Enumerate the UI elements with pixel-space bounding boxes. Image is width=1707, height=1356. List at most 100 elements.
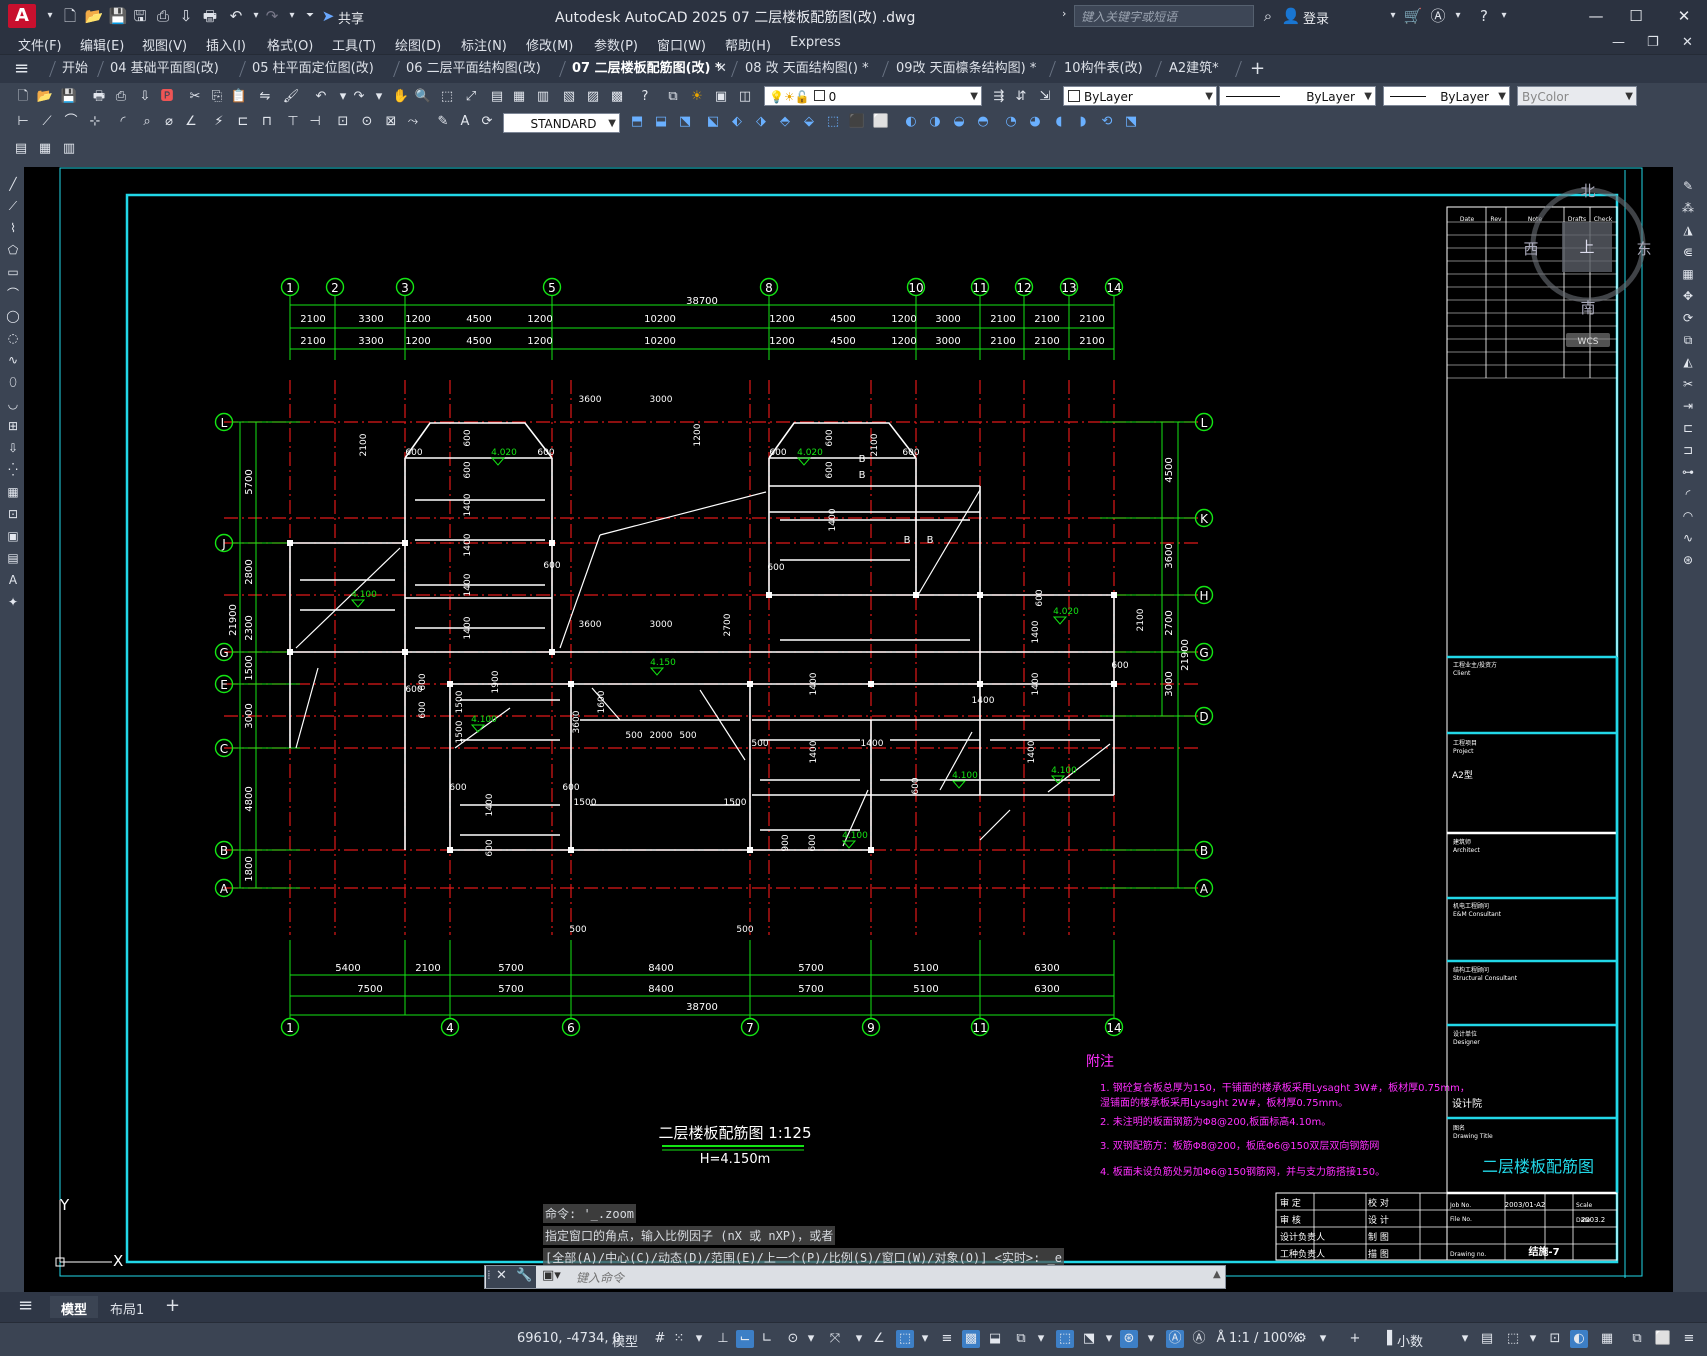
new-icon[interactable]: 🗋	[14, 88, 32, 106]
user-icon[interactable]: 👤	[1281, 6, 1301, 26]
help-icon[interactable]: ?	[1474, 6, 1494, 26]
tab-a2-architecture[interactable]: A2建筑*	[1169, 58, 1219, 80]
snap-icon[interactable]: ⁙	[670, 1330, 688, 1348]
draw-tool-icon[interactable]: ▤	[4, 550, 22, 566]
menu-help[interactable]: 帮助(H)	[725, 35, 771, 54]
new-tab-plus-icon[interactable]: +	[1250, 58, 1265, 80]
status-menu-icon[interactable]: ≡	[1680, 1330, 1698, 1348]
block-editor-icon[interactable]: 🖌	[282, 88, 300, 106]
selection-cycling-icon[interactable]: ⬓	[986, 1330, 1004, 1348]
app-menu-chevron-icon[interactable]: ▾	[40, 6, 60, 26]
dim-text-edit-icon[interactable]: A	[456, 113, 474, 131]
table-insert-icon[interactable]: ▤	[12, 140, 30, 158]
text-style-combo[interactable]: STANDARD ▼	[503, 113, 620, 133]
draw-tool-icon[interactable]: ⬠	[4, 242, 22, 258]
draw-tool-icon[interactable]: A	[4, 572, 22, 588]
model-space-toggle[interactable]: 模型	[612, 1331, 638, 1350]
layer-state-icon[interactable]: ☀	[688, 88, 706, 106]
tab-layout1[interactable]: 布局1	[110, 1299, 144, 1318]
modify-tool-icon[interactable]: ⊏	[1679, 420, 1697, 436]
table-style-icon[interactable]: ▥	[60, 140, 78, 158]
annotation-monitor-icon[interactable]: +	[1346, 1330, 1364, 1348]
command-customize-icon[interactable]: 🔧	[516, 1268, 532, 1283]
new-file-icon[interactable]: 🗋	[60, 6, 80, 26]
redo-icon[interactable]: ↷	[262, 6, 282, 26]
fullscreen-icon[interactable]: ⬜	[1654, 1330, 1672, 1348]
arc-length-icon[interactable]: ⌒	[62, 113, 80, 131]
save-as-icon[interactable]: 🖫	[130, 6, 150, 26]
coordinates-readout[interactable]: 69610, -4734, 0	[517, 1331, 621, 1346]
cart-icon[interactable]: 🛒	[1403, 6, 1423, 26]
quick-properties-icon[interactable]: ▤	[1478, 1330, 1496, 1348]
clean-screen-icon[interactable]: ▦	[1598, 1330, 1616, 1348]
cut-icon[interactable]: ✂	[186, 88, 204, 106]
search-input[interactable]: 键入关键字或短语	[1074, 5, 1254, 27]
color-combo[interactable]: ByLayer ▼	[1063, 86, 1217, 106]
draw-tool-icon[interactable]: ▦	[4, 484, 22, 500]
tab-close-icon[interactable]: ✕	[716, 58, 727, 80]
linear-dim-icon[interactable]: ⊢	[14, 113, 32, 131]
osnap-dropdown-icon[interactable]: ▾	[916, 1330, 934, 1348]
tab-start[interactable]: 开始	[62, 58, 88, 80]
dim-space-icon[interactable]: ⊤	[284, 113, 302, 131]
presspull-icon[interactable]: ◓	[974, 113, 992, 131]
login-label[interactable]: 登录	[1303, 8, 1329, 27]
modify-tool-icon[interactable]: ▦	[1679, 266, 1697, 282]
menu-format[interactable]: 格式(O)	[267, 35, 313, 54]
help-dropdown-icon[interactable]: ▾	[1494, 6, 1514, 26]
selection-filter-icon[interactable]: ⬔	[1080, 1330, 1098, 1348]
wedge-icon[interactable]: ⬗	[752, 113, 770, 131]
interfere-icon[interactable]: ◖	[1050, 113, 1068, 131]
osnap-tracking-icon[interactable]: ∠	[870, 1330, 888, 1348]
modify-tool-icon[interactable]: ◠	[1679, 508, 1697, 524]
ortho-icon[interactable]: ⌙	[736, 1330, 754, 1348]
polar-dropdown-icon[interactable]: ▾	[802, 1330, 820, 1348]
modify-tool-icon[interactable]: ⇥	[1679, 398, 1697, 414]
sphere-icon[interactable]: ⬕	[704, 113, 722, 131]
redo-icon[interactable]: ↷	[350, 88, 368, 106]
markup-icon[interactable]: ▨	[584, 88, 602, 106]
tab-10-component-table[interactable]: 10构件表(改)	[1064, 58, 1143, 80]
command-grip-icon[interactable]: ⁞	[487, 1268, 491, 1282]
dim-update-icon[interactable]: ⟳	[478, 113, 496, 131]
modify-tool-icon[interactable]: ⊛	[1679, 552, 1697, 568]
cylinder-icon[interactable]: ⬓	[652, 113, 670, 131]
tab-model[interactable]: 模型	[61, 1299, 87, 1318]
drawing-canvas[interactable]: 2100 3300 1200 4500 1200 10200 1200 4500 1200 300…	[24, 167, 1673, 1292]
tab-04-foundation[interactable]: 04 基础平面图(改)	[110, 58, 219, 80]
draw-tool-icon[interactable]: ⊡	[4, 506, 22, 522]
lineweight-combo[interactable]: ByLayer ▼	[1383, 86, 1510, 106]
tab-06-second-floor[interactable]: 06 二层平面结构图(改)	[406, 58, 541, 80]
save-icon[interactable]: 💾	[60, 88, 78, 106]
modify-tool-icon[interactable]: ◮	[1679, 222, 1697, 238]
sheet-set-icon[interactable]: ▧	[560, 88, 578, 106]
gizmo-icon[interactable]: ⊛	[1120, 1330, 1138, 1348]
annotation-visibility-icon[interactable]: Ⓐ	[1166, 1330, 1184, 1348]
workspace-dropdown-icon[interactable]: ▾	[1314, 1330, 1332, 1348]
modify-tool-icon[interactable]: ⧉	[1679, 332, 1697, 348]
annotation-scale-icon[interactable]: Å	[1212, 1330, 1230, 1348]
autodesk-a360-icon[interactable]: Ⓐ	[1428, 6, 1448, 26]
auto-scale-icon[interactable]: Ⓐ	[1190, 1330, 1208, 1348]
command-recent-icon[interactable]: ▣▾	[542, 1268, 561, 1283]
tool-palettes-icon[interactable]: ▥	[534, 88, 552, 106]
radius-dim-icon[interactable]: ◜	[114, 113, 132, 131]
draw-tool-icon[interactable]: ▣	[4, 528, 22, 544]
intersect-icon[interactable]: ◒	[950, 113, 968, 131]
help-icon[interactable]: ?	[636, 88, 654, 106]
search-icon[interactable]: ⌕	[1258, 6, 1278, 26]
lock-dropdown-icon[interactable]: ▾	[1524, 1330, 1542, 1348]
redo-dropdown-icon[interactable]: ▾	[370, 88, 388, 106]
jogged-linear-icon[interactable]: ⤳	[404, 113, 422, 131]
plot-icon[interactable]: 🖶	[90, 88, 108, 106]
close-window-button[interactable]: ✕	[1666, 4, 1702, 28]
paste-icon[interactable]: 📋	[230, 88, 248, 106]
open-folder-icon[interactable]: 📂	[84, 6, 104, 26]
hamburger-menu-icon[interactable]: ≡	[14, 58, 29, 79]
menu-parametric[interactable]: 参数(P)	[594, 35, 638, 54]
modify-tool-icon[interactable]: ⋐	[1679, 244, 1697, 260]
layer-properties-icon[interactable]: ⧉	[664, 88, 682, 106]
draw-tool-icon[interactable]: ⁛	[4, 462, 22, 478]
isolate-objects-icon[interactable]: ⊡	[1546, 1330, 1564, 1348]
customize-icon[interactable]: ⧉	[1628, 1330, 1646, 1348]
